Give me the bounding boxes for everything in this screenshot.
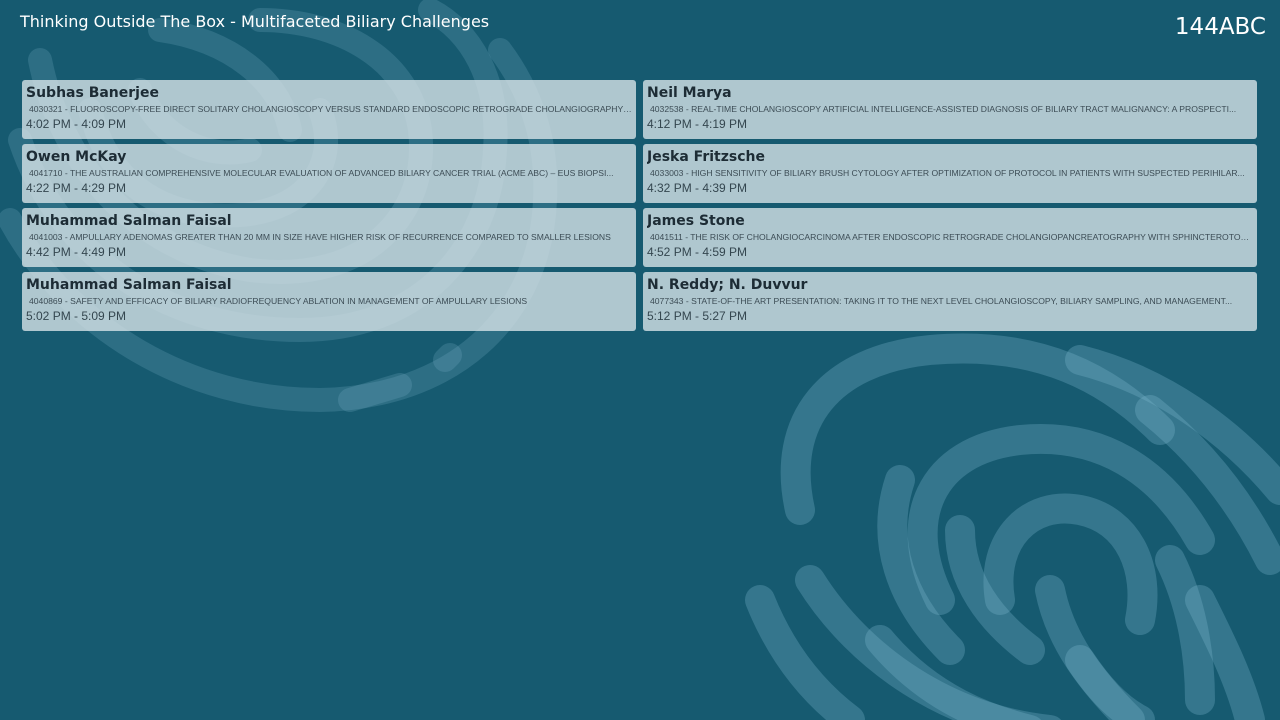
abstract-title: 4041710 - THE AUSTRALIAN COMPREHENSIVE M… [29, 168, 614, 178]
room-label: 144ABC [1174, 14, 1266, 40]
speaker-name: Neil Marya [647, 85, 732, 101]
time-slot: 4:02 PM - 4:09 PM [26, 117, 127, 131]
abstract-title: 4033003 - HIGH SENSITIVITY OF BILIARY BR… [650, 168, 1245, 178]
presentation-card[interactable]: Jeska Fritzsche 4033003 - HIGH SENSITIVI… [643, 144, 1257, 203]
abstract-title: 4041003 - AMPULLARY ADENOMAS GREATER THA… [29, 232, 611, 242]
time-slot: 4:42 PM - 4:49 PM [26, 245, 127, 259]
abstract-title: 4041511 - THE RISK OF CHOLANGIOCARCINOMA… [650, 232, 1253, 242]
time-slot: 5:12 PM - 5:27 PM [647, 309, 748, 323]
time-slot: 4:22 PM - 4:29 PM [26, 181, 127, 195]
presentation-card[interactable]: James Stone 4041511 - THE RISK OF CHOLAN… [643, 208, 1257, 267]
time-slot: 5:02 PM - 5:09 PM [26, 309, 127, 323]
abstract-title: 4040869 - SAFETY AND EFFICACY OF BILIARY… [29, 296, 528, 306]
time-slot: 4:32 PM - 4:39 PM [647, 181, 748, 195]
presentation-card[interactable]: Owen McKay 4041710 - THE AUSTRALIAN COMP… [22, 144, 636, 203]
presentation-card[interactable]: N. Reddy; N. Duvvur 4077343 - STATE-OF-T… [643, 272, 1257, 331]
presentation-card[interactable]: Muhammad Salman Faisal 4041003 - AMPULLA… [22, 208, 636, 267]
speaker-name: James Stone [647, 213, 745, 229]
presentation-card[interactable]: Neil Marya 4032538 - REAL-TIME CHOLANGIO… [643, 80, 1257, 139]
presentation-card[interactable]: Subhas Banerjee 4030321 - FLUOROSCOPY-FR… [22, 80, 636, 139]
speaker-name: Jeska Fritzsche [647, 149, 765, 165]
presentation-grid: Subhas Banerjee 4030321 - FLUOROSCOPY-FR… [22, 80, 1257, 331]
speaker-name: Subhas Banerjee [26, 85, 159, 101]
abstract-title: 4030321 - FLUOROSCOPY-FREE DIRECT SOLITA… [29, 104, 632, 114]
time-slot: 4:52 PM - 4:59 PM [647, 245, 748, 259]
abstract-title: 4032538 - REAL-TIME CHOLANGIOSCOPY ARTIF… [650, 104, 1237, 114]
speaker-name: Owen McKay [26, 149, 127, 165]
speaker-name: N. Reddy; N. Duvvur [647, 277, 808, 293]
speaker-name: Muhammad Salman Faisal [26, 213, 232, 229]
time-slot: 4:12 PM - 4:19 PM [647, 117, 748, 131]
abstract-title: 4077343 - STATE-OF-THE ART PRESENTATION:… [650, 296, 1233, 306]
speaker-name: Muhammad Salman Faisal [26, 277, 232, 293]
presentation-card[interactable]: Muhammad Salman Faisal 4040869 - SAFETY … [22, 272, 636, 331]
session-title: Thinking Outside The Box - Multifaceted … [20, 12, 490, 31]
